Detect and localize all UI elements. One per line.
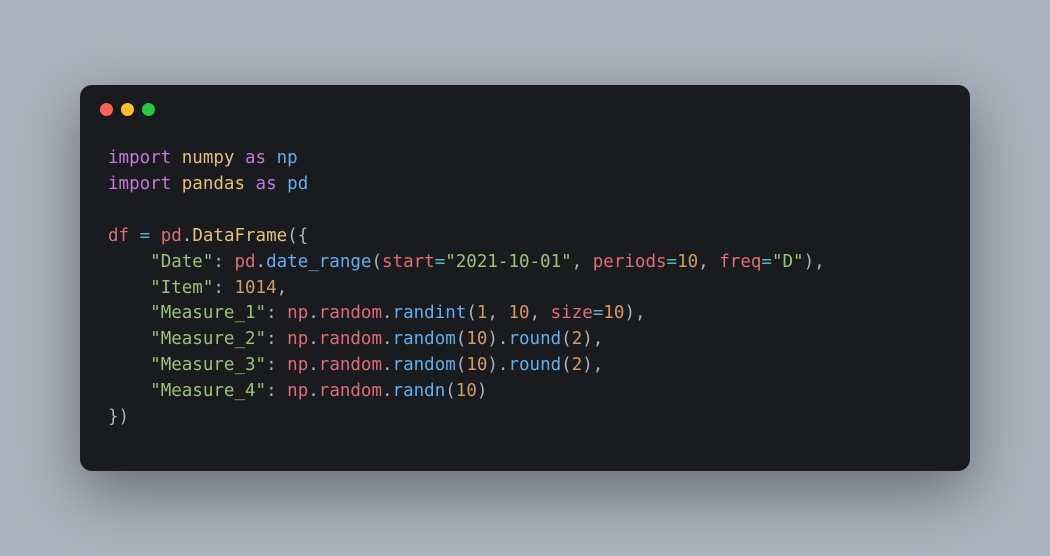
paren-close: ), xyxy=(804,252,825,272)
paren-close: ), xyxy=(582,355,603,375)
key-measure-1: "Measure_1" xyxy=(150,303,266,323)
fn-randint: randint xyxy=(393,303,467,323)
paren: ( xyxy=(561,329,572,349)
op-eq: = xyxy=(435,252,446,272)
val-size: 10 xyxy=(603,303,624,323)
paren: ( xyxy=(371,252,382,272)
obj-np: np xyxy=(287,355,308,375)
module-numpy: numpy xyxy=(182,148,235,168)
key-measure-4: "Measure_4" xyxy=(150,381,266,401)
key-date: "Date" xyxy=(150,252,213,272)
dot: . xyxy=(256,252,267,272)
key-measure-3: "Measure_3" xyxy=(150,355,266,375)
paren-close: ) xyxy=(477,381,488,401)
param-start: start xyxy=(382,252,435,272)
param-periods: periods xyxy=(593,252,667,272)
dot: . xyxy=(382,355,393,375)
code-block: import numpy as np import pandas as pd d… xyxy=(80,128,970,471)
key-measure-2: "Measure_2" xyxy=(150,329,266,349)
sub-random: random xyxy=(319,381,382,401)
comma: , xyxy=(572,252,583,272)
var-df: df xyxy=(108,226,129,246)
paren: ( xyxy=(445,381,456,401)
obj-pd: pd xyxy=(234,252,255,272)
fn-round: round xyxy=(508,355,561,375)
keyword-as: as xyxy=(256,174,277,194)
comma: , xyxy=(530,303,541,323)
colon: : xyxy=(266,355,277,375)
op-eq: = xyxy=(593,303,604,323)
paren: ( xyxy=(456,329,467,349)
alias-pd: pd xyxy=(287,174,308,194)
colon: : xyxy=(266,303,277,323)
arg-2: 2 xyxy=(572,329,583,349)
arg-10: 10 xyxy=(466,355,487,375)
obj-np: np xyxy=(287,329,308,349)
fn-randn: randn xyxy=(393,381,446,401)
sub-random: random xyxy=(319,303,382,323)
dot: . xyxy=(382,303,393,323)
paren-close: ). xyxy=(487,355,508,375)
op-eq: = xyxy=(667,252,678,272)
dot: . xyxy=(308,381,319,401)
fn-date-range: date_range xyxy=(266,252,371,272)
class-dataframe: DataFrame xyxy=(192,226,287,246)
window-titlebar xyxy=(80,85,970,128)
arg-2: 2 xyxy=(572,355,583,375)
paren-close: ). xyxy=(487,329,508,349)
arg-10: 10 xyxy=(509,303,530,323)
colon: : xyxy=(213,252,224,272)
arg-1: 1 xyxy=(477,303,488,323)
paren: ( xyxy=(561,355,572,375)
comma: , xyxy=(698,252,709,272)
dot: . xyxy=(308,303,319,323)
op-equals: = xyxy=(140,226,151,246)
sub-random: random xyxy=(319,355,382,375)
minimize-icon[interactable] xyxy=(121,103,134,116)
val-item: 1014 xyxy=(234,278,276,298)
obj-np: np xyxy=(287,381,308,401)
key-item: "Item" xyxy=(150,278,213,298)
close-icon[interactable] xyxy=(100,103,113,116)
dot: . xyxy=(308,355,319,375)
alias-np: np xyxy=(277,148,298,168)
module-pandas: pandas xyxy=(182,174,245,194)
op-eq: = xyxy=(761,252,772,272)
dot: . xyxy=(382,381,393,401)
val-start: "2021-10-01" xyxy=(445,252,571,272)
comma: , xyxy=(487,303,498,323)
val-periods: 10 xyxy=(677,252,698,272)
keyword-as: as xyxy=(245,148,266,168)
obj-pd: pd xyxy=(161,226,182,246)
fn-random: random xyxy=(393,355,456,375)
colon: : xyxy=(266,381,277,401)
keyword-import: import xyxy=(108,148,171,168)
fn-round: round xyxy=(508,329,561,349)
arg-10: 10 xyxy=(456,381,477,401)
brace-close: }) xyxy=(108,407,129,427)
paren: ( xyxy=(456,355,467,375)
param-size: size xyxy=(551,303,593,323)
colon: : xyxy=(266,329,277,349)
code-window: import numpy as np import pandas as pd d… xyxy=(80,85,970,471)
param-freq: freq xyxy=(719,252,761,272)
arg-10: 10 xyxy=(466,329,487,349)
maximize-icon[interactable] xyxy=(142,103,155,116)
paren-open: ({ xyxy=(287,226,308,246)
val-freq: "D" xyxy=(772,252,804,272)
colon: : xyxy=(213,278,224,298)
obj-np: np xyxy=(287,303,308,323)
dot: . xyxy=(308,329,319,349)
dot: . xyxy=(182,226,193,246)
paren-close: ), xyxy=(624,303,645,323)
sub-random: random xyxy=(319,329,382,349)
dot: . xyxy=(382,329,393,349)
keyword-import: import xyxy=(108,174,171,194)
paren: ( xyxy=(466,303,477,323)
comma: , xyxy=(277,278,288,298)
fn-random: random xyxy=(393,329,456,349)
paren-close: ), xyxy=(582,329,603,349)
